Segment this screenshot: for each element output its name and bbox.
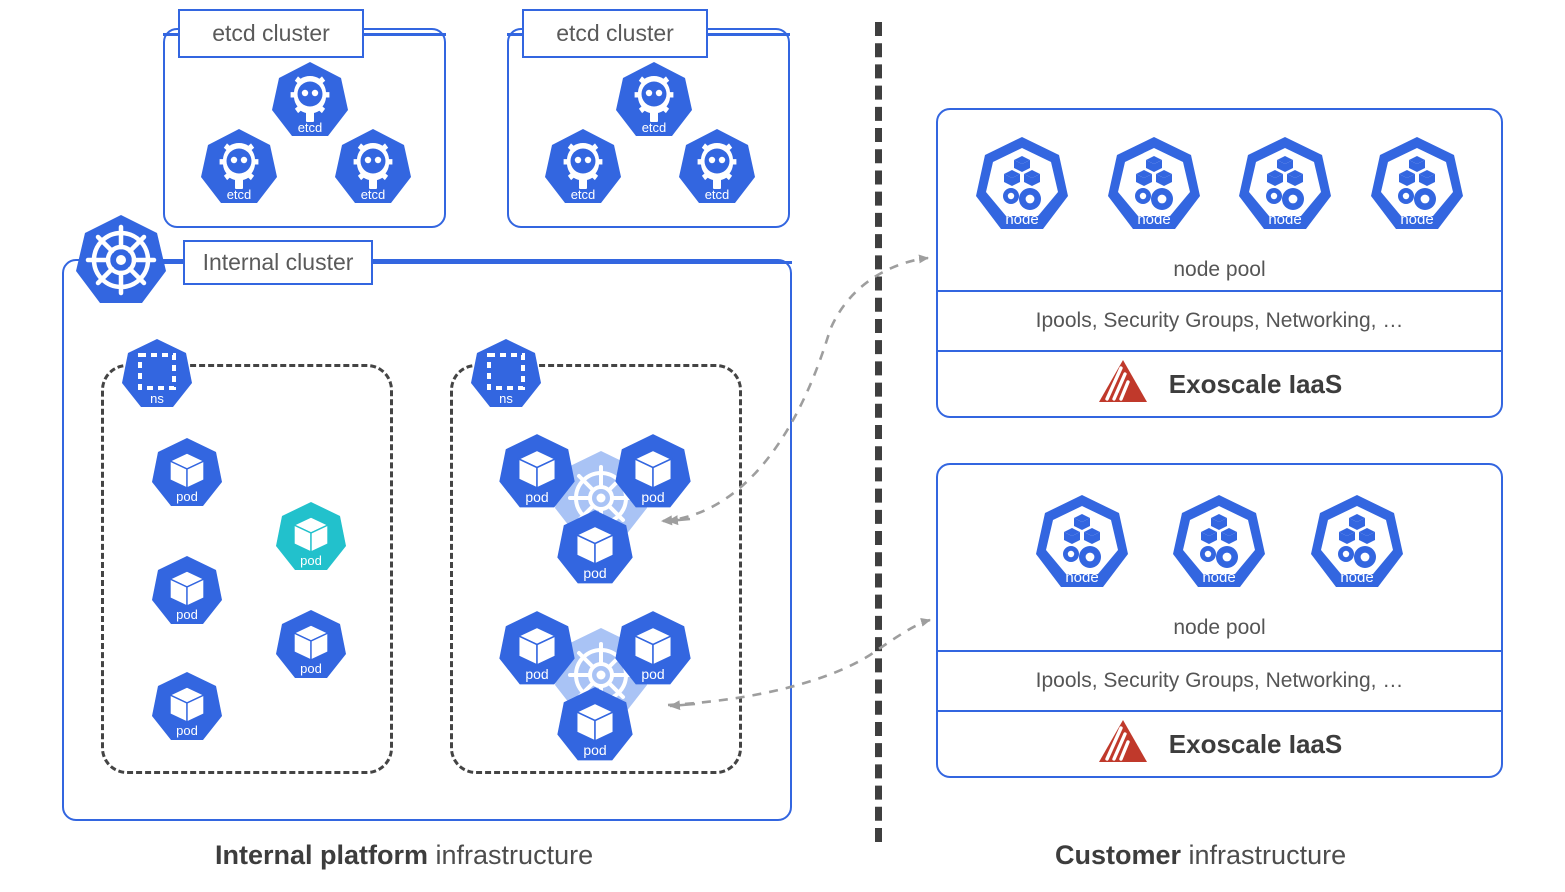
infra-services-band-1: Ipools, Security Groups, Networking, … (938, 290, 1501, 350)
node-icon-2-1: node (1030, 492, 1134, 602)
pod-icon-5-label: pod (300, 661, 322, 676)
node-icon-2-3-label: node (1340, 569, 1373, 586)
node-icon-1-1-label: node (1005, 211, 1038, 228)
pod-icon-4-label: pod (300, 553, 322, 568)
node-icon-2-2-label: node (1203, 569, 1236, 586)
etcd-node-2-1-label: etcd (642, 120, 667, 135)
pod-icon-g1-1-label: pod (525, 489, 548, 505)
etcd-cluster-label-2: etcd cluster (522, 9, 708, 58)
node-icon-1-1: node (970, 134, 1074, 244)
pod-icon-2: pod (148, 554, 226, 633)
etcd-node-2-2: etcd (541, 127, 625, 212)
etcd-node-1-3-label: etcd (361, 187, 386, 202)
node-icon-1-4: node (1365, 134, 1469, 244)
etcd-node-1-1-label: etcd (298, 120, 323, 135)
pod-icon-g2-1-label: pod (525, 666, 548, 682)
pod-icon-5: pod (272, 608, 350, 687)
right-caption: Customer infrastructure (1055, 840, 1346, 871)
node-icon-1-4-label: node (1400, 211, 1433, 228)
namespace-badge-1: ns (118, 337, 196, 416)
pod-icon-g1-3: pod (553, 508, 637, 593)
etcd-node-1-2: etcd (197, 127, 281, 212)
pod-icon-g1-2: pod (611, 432, 695, 517)
right-caption-bold: Customer (1055, 840, 1182, 870)
node-icon-2-1-label: node (1066, 569, 1099, 586)
etcd-cluster-stub-2-right (704, 33, 790, 36)
etcd-node-2-2-label: etcd (571, 187, 596, 202)
etcd-cluster-label-1: etcd cluster (178, 9, 364, 58)
node-icon-1-2-label: node (1137, 211, 1170, 228)
pod-icon-g2-2-label: pod (641, 666, 664, 682)
pod-icon-g2-3: pod (553, 685, 637, 770)
node-icon-1-2: node (1102, 134, 1206, 244)
pod-icon-g2-1: pod (495, 609, 579, 694)
left-caption: Internal platform infrastructure (215, 840, 593, 871)
pod-icon-2-label: pod (176, 607, 198, 622)
iaas-label-1: Exoscale IaaS (1168, 368, 1343, 399)
exoscale-logo-icon (1097, 718, 1149, 771)
internal-cluster-label-text: Internal cluster (202, 249, 354, 275)
etcd-node-1-2-label: etcd (227, 187, 252, 202)
infrastructure-divider (875, 22, 882, 842)
node-pool-label-2: node pool (1173, 615, 1266, 639)
etcd-node-1-3: etcd (331, 127, 415, 212)
node-icon-1-3-label: node (1269, 211, 1302, 228)
pod-icon-1-label: pod (176, 489, 198, 504)
node-icon-2-3: node (1305, 492, 1409, 602)
left-caption-bold: Internal platform (215, 840, 429, 870)
pod-icon-3: pod (148, 670, 226, 749)
pod-icon-g1-3-label: pod (583, 565, 606, 581)
kubernetes-helm-icon (72, 213, 170, 311)
pod-icon-g1-1: pod (495, 432, 579, 517)
customer-panel-2: node node node node pool Ipools, Securit… (936, 463, 1503, 778)
exoscale-logo-icon (1097, 358, 1149, 411)
iaas-label-2: Exoscale IaaS (1168, 728, 1343, 759)
infra-services-label-1: Ipools, Security Groups, Networking, … (1035, 309, 1404, 332)
diagram-canvas: etcd cluster etcd etcd etcd etcd cluster… (0, 0, 1565, 892)
customer-panel-1: node node node node node pool Ipools, Se… (936, 108, 1503, 418)
etcd-cluster-stub-1-right (360, 33, 446, 36)
iaas-band-1: Exoscale IaaS (938, 350, 1501, 416)
etcd-cluster-label-2-text: etcd cluster (556, 20, 674, 46)
namespace-badge-2: ns (467, 337, 545, 416)
infra-services-band-2: Ipools, Security Groups, Networking, … (938, 650, 1501, 710)
node-pool-nodes-1: node node node node node pool (938, 110, 1501, 290)
namespace-badge-1-label: ns (150, 391, 164, 406)
pod-icon-g1-2-label: pod (641, 489, 664, 505)
node-icon-2-2: node (1167, 492, 1271, 602)
node-icon-1-3: node (1233, 134, 1337, 244)
internal-cluster-label: Internal cluster (183, 240, 373, 285)
namespace-badge-2-label: ns (499, 391, 513, 406)
internal-cluster-stub-right (371, 261, 792, 264)
left-caption-rest: infrastructure (428, 840, 594, 870)
etcd-cluster-label-1-text: etcd cluster (212, 20, 330, 46)
etcd-node-2-3-label: etcd (705, 187, 730, 202)
pod-icon-1: pod (148, 436, 226, 515)
pod-icon-g2-2: pod (611, 609, 695, 694)
pod-icon-g2-3-label: pod (583, 742, 606, 758)
right-caption-rest: infrastructure (1181, 840, 1347, 870)
node-pool-label-1: node pool (1173, 258, 1266, 281)
etcd-node-2-3: etcd (675, 127, 759, 212)
node-pool-nodes-2: node node node node pool (938, 465, 1501, 650)
pod-icon-3-label: pod (176, 723, 198, 738)
infra-services-label-2: Ipools, Security Groups, Networking, … (1035, 669, 1404, 692)
iaas-band-2: Exoscale IaaS (938, 710, 1501, 776)
pod-icon-4-teal: pod (272, 500, 350, 579)
